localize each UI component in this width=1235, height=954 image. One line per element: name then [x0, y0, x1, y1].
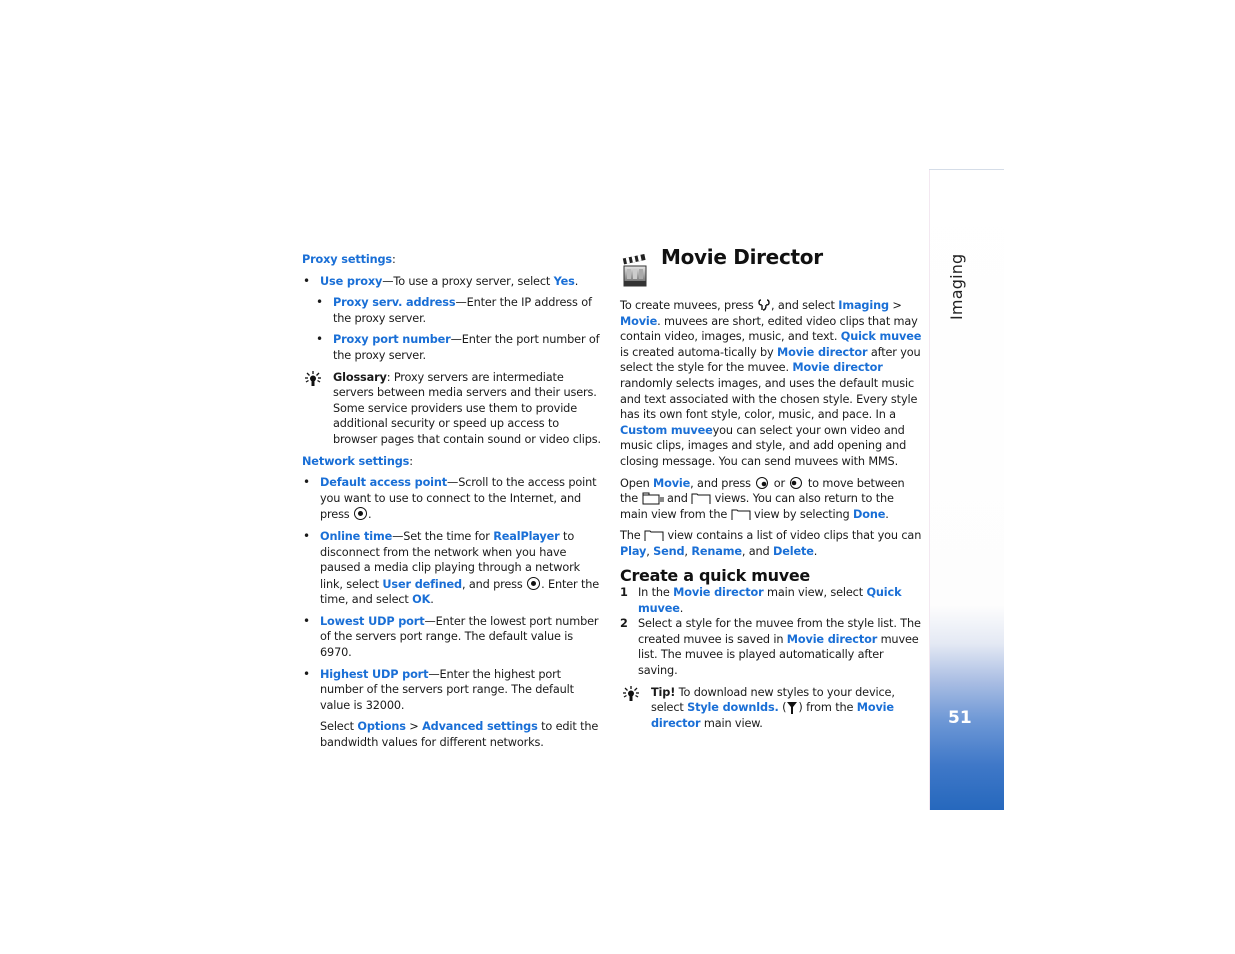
term-proxy-serv-address: Proxy serv. address: [333, 296, 456, 310]
option-done: Done: [853, 507, 886, 521]
menu-key-icon: [757, 298, 771, 312]
text-run: , and select: [771, 299, 839, 312]
menu-options: Options: [357, 720, 406, 734]
menu-movie: Movie: [653, 476, 691, 490]
menu-advanced-settings: Advanced settings: [422, 720, 538, 734]
term-online-time: Online time: [320, 529, 393, 543]
option-send: Send: [653, 544, 685, 558]
page-number: 51: [948, 708, 972, 728]
text-run: randomly selects images, and uses the de…: [620, 376, 918, 422]
term-movie-director: Movie director: [792, 361, 883, 375]
folder-tab-icon: [642, 492, 664, 505]
term-use-proxy: Use proxy: [320, 274, 383, 288]
text-run: In the: [638, 586, 674, 600]
proxy-settings-label: Proxy settings:: [302, 252, 604, 268]
list-item-proxy-port-number: Proxy port number—Enter the port number …: [315, 332, 604, 363]
option-ok: OK: [412, 593, 431, 607]
joystick-press-icon: [353, 506, 368, 521]
step-1: 1 In the Movie director main view, select…: [620, 585, 924, 616]
joystick-press-icon: [526, 576, 541, 591]
subheading-create-quick-muvee: Create a quick muvee: [620, 565, 810, 585]
term-movie-director: Movie director: [786, 632, 878, 646]
manual-page: Proxy settings: Use proxy—To use a proxy…: [0, 0, 1235, 954]
joystick-left-icon: [754, 476, 770, 490]
term-proxy-port-number: Proxy port number: [333, 333, 451, 347]
text-run: :: [409, 454, 413, 468]
joystick-right-icon: [788, 476, 804, 490]
menu-imaging: Imaging: [838, 299, 889, 312]
term-movie-director: Movie director: [777, 345, 868, 359]
text-run: :: [392, 253, 396, 266]
term-movie-director: Movie director: [673, 586, 764, 600]
menu-movie: Movie: [620, 314, 658, 328]
list-item-online-time: Online time—Set the time for RealPlayer …: [302, 529, 604, 608]
text-run: .: [679, 601, 684, 615]
text-run: , and press: [690, 476, 755, 490]
tip-label: Tip!: [651, 685, 676, 699]
text-run: main view.: [700, 716, 763, 730]
text-run: view contains a list of video clips that…: [664, 529, 922, 543]
text-run: Network settings: [302, 454, 410, 468]
view-paragraph: The view contains a list of video clips …: [620, 528, 924, 559]
option-rename: Rename: [691, 544, 742, 558]
text-run: , and: [741, 544, 774, 558]
step-number: 1: [620, 586, 628, 600]
term-default-access-point: Default access point: [320, 476, 448, 490]
text-run: or: [770, 476, 789, 490]
list-item-default-access-point: Default access point—Scroll to the acces…: [302, 475, 604, 523]
step-number: 2: [620, 617, 628, 631]
step-2: 2 Select a style for the muvee from the s…: [620, 616, 924, 678]
antenna-icon: [786, 701, 798, 715]
term-lowest-udp-port: Lowest UDP port: [320, 614, 425, 628]
text-run: Proxy settings: [302, 253, 393, 266]
term-highest-udp-port: Highest UDP port: [320, 667, 429, 681]
chapter-title: Imaging: [947, 253, 966, 320]
open-movie-paragraph: Open Movie, and press or to move between…: [620, 476, 924, 523]
folder-icon: [731, 508, 751, 521]
text-run: ) from the: [798, 701, 857, 715]
text-run: (: [778, 701, 787, 715]
text-run: and: [663, 492, 692, 506]
list-item-highest-udp-port: Highest UDP port—Enter the highest port …: [302, 667, 604, 714]
section-heading: Movie Director: [620, 245, 924, 294]
link-realplayer: RealPlayer: [493, 529, 560, 543]
option-style-downlds: Style downlds.: [687, 701, 779, 715]
intro-paragraph: To create muvees, press , and select Ima…: [620, 298, 924, 470]
text-run: .: [813, 544, 818, 558]
option-delete: Delete: [773, 544, 814, 558]
text-run: view by selecting: [750, 507, 854, 521]
glossary-label: Glossary: [333, 370, 387, 384]
option-yes: Yes: [553, 274, 575, 288]
folder-icon: [691, 492, 711, 505]
text-run: .: [885, 507, 889, 521]
text-run: Open: [620, 476, 654, 490]
advanced-settings-paragraph: Select Options > Advanced settings to ed…: [320, 720, 599, 750]
folder-icon: [644, 529, 664, 542]
text-run: is created automa-tically by: [620, 345, 778, 359]
text-run: >: [888, 299, 902, 312]
tip-note: Tip! To download new styles to your devi…: [620, 685, 924, 732]
network-settings-label: Network settings:: [302, 454, 604, 470]
option-play: Play: [620, 544, 647, 558]
term-quick-muvee: Quick muvee: [840, 330, 922, 344]
list-item-use-proxy: Use proxy—To use a proxy server, select …: [302, 274, 604, 290]
right-column: Movie Director To create muvees, press ,…: [620, 245, 924, 737]
list-item-lowest-udp-port: Lowest UDP port—Enter the lowest port nu…: [302, 614, 604, 661]
left-column: Proxy settings: Use proxy—To use a proxy…: [302, 252, 604, 757]
option-user-defined: User defined: [382, 577, 462, 591]
lightbulb-icon: [304, 370, 322, 388]
text-run: main view, select: [763, 586, 867, 600]
list-item-proxy-serv-address: Proxy serv. address—Enter the IP address…: [315, 295, 604, 326]
chapter-tab: Imaging 51: [929, 169, 1004, 810]
lightbulb-icon: [622, 685, 640, 703]
text-run: The: [620, 529, 645, 543]
clapperboard-icon: [622, 253, 648, 288]
glossary-note: Glossary: Proxy servers are intermediate…: [302, 370, 604, 448]
term-custom-muvee: Custom muvee: [620, 423, 713, 437]
text-run: To create muvees, press: [620, 299, 758, 312]
page-title: Movie Director: [661, 245, 823, 269]
